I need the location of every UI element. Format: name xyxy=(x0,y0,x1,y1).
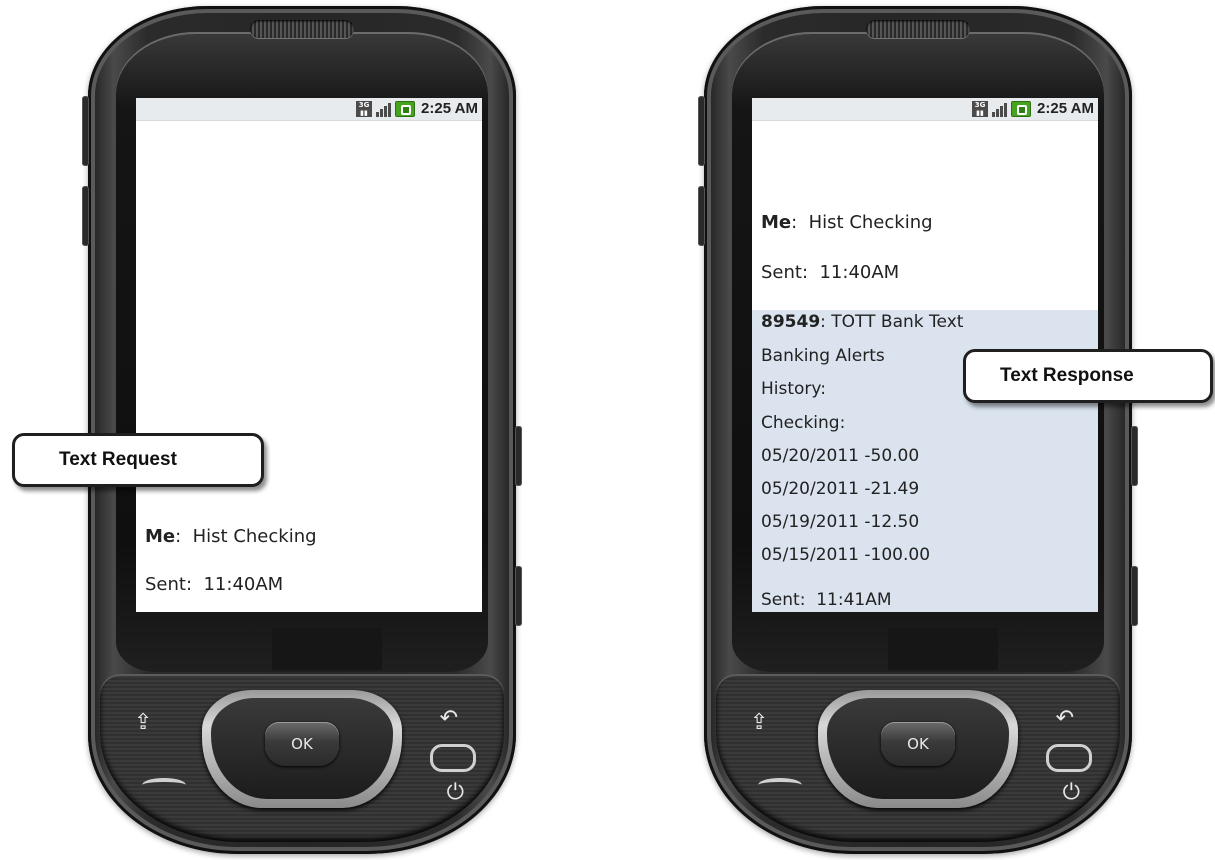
reply-sent-line: Sent: 11:41AM xyxy=(761,590,892,610)
camera-key[interactable] xyxy=(515,426,522,486)
power-key[interactable] xyxy=(1131,566,1138,626)
callout-label: Text Response xyxy=(1000,365,1134,386)
menu-icon[interactable]: ⇪ xyxy=(134,712,152,734)
reply-line: Checking: xyxy=(761,413,846,433)
call-icon[interactable] xyxy=(142,778,186,792)
sent-label: Sent: xyxy=(145,574,193,595)
sender-label: Me xyxy=(145,526,176,547)
side-key[interactable] xyxy=(82,186,89,246)
ok-button[interactable]: OK xyxy=(881,722,955,766)
screen-chin xyxy=(272,628,382,670)
callout-label: Text Request xyxy=(59,449,177,470)
message-text: Hist Checking xyxy=(192,526,317,547)
battery-icon xyxy=(395,100,416,117)
side-key[interactable] xyxy=(698,186,705,246)
status-time: 2:25 AM xyxy=(1037,100,1094,117)
phone-screen: 3G ▮▮ 2:25 AM Me: Hist Checking Sent: 11:… xyxy=(136,98,482,612)
home-icon[interactable] xyxy=(1046,744,1092,772)
sender-label: Me xyxy=(761,212,792,233)
reply-line: 05/20/2011 -50.00 xyxy=(761,446,920,466)
sent-time: 11:41AM xyxy=(816,590,892,610)
ok-button[interactable]: OK xyxy=(265,722,339,766)
right-phone: 3G ▮▮ 2:25 AM Me: Hist Checking Sent: 11:… xyxy=(698,6,1138,854)
3g-icon: 3G ▮▮ xyxy=(972,100,989,117)
sent-time: 11:40AM xyxy=(203,574,284,595)
sent-line: Sent: 11:40AM xyxy=(145,574,283,595)
volume-key[interactable] xyxy=(698,96,705,166)
sent-time: 11:40AM xyxy=(819,262,900,283)
reply-line: Banking Alerts xyxy=(761,346,885,366)
sent-label: Sent: xyxy=(761,590,806,610)
menu-icon[interactable]: ⇪ xyxy=(750,712,768,734)
dpad[interactable]: OK xyxy=(202,690,402,808)
reply-header: 89549: TOTT Bank Text xyxy=(761,312,964,332)
home-icon[interactable] xyxy=(430,744,476,772)
screen-chin xyxy=(888,628,998,670)
message-line[interactable]: Me: Hist Checking xyxy=(145,526,317,547)
status-bar: 3G ▮▮ 2:25 AM xyxy=(136,98,482,121)
keypad: ⇪ ↶ ⏻ OK xyxy=(716,674,1120,842)
back-icon[interactable]: ↶ xyxy=(1056,708,1074,730)
status-time: 2:25 AM xyxy=(421,100,478,117)
left-phone: 3G ▮▮ 2:25 AM Me: Hist Checking Sent: 11:… xyxy=(82,6,522,854)
end-call-icon[interactable]: ⏻ xyxy=(447,782,464,804)
end-call-icon[interactable]: ⏻ xyxy=(1063,782,1080,804)
battery-icon xyxy=(1011,100,1032,117)
reply-line: History: xyxy=(761,379,826,399)
call-icon[interactable] xyxy=(758,778,802,792)
signal-icon xyxy=(992,101,1008,117)
reply-sender-number: 89549 xyxy=(761,312,821,332)
status-bar: 3G ▮▮ 2:25 AM xyxy=(752,98,1098,121)
message-text: Hist Checking xyxy=(808,212,933,233)
volume-key[interactable] xyxy=(82,96,89,166)
3g-icon: 3G ▮▮ xyxy=(356,100,373,117)
signal-icon xyxy=(376,101,392,117)
speaker-grille xyxy=(866,20,970,38)
back-icon[interactable]: ↶ xyxy=(440,708,458,730)
speaker-grille xyxy=(250,20,354,38)
dpad[interactable]: OK xyxy=(818,690,1018,808)
keypad: ⇪ ↶ ⏻ OK xyxy=(100,674,504,842)
reply-line: 05/20/2011 -21.49 xyxy=(761,479,920,499)
reply-line: TOTT Bank Text xyxy=(831,312,964,332)
message-line[interactable]: Me: Hist Checking xyxy=(761,212,933,233)
text-request-callout: Text Request xyxy=(12,433,264,487)
power-key[interactable] xyxy=(515,566,522,626)
reply-line: 05/15/2011 -100.00 xyxy=(761,545,931,565)
sent-label: Sent: xyxy=(761,262,809,283)
camera-key[interactable] xyxy=(1131,426,1138,486)
sent-line: Sent: 11:40AM xyxy=(761,262,899,283)
reply-line: 05/19/2011 -12.50 xyxy=(761,512,920,532)
text-response-callout: Text Response xyxy=(963,349,1213,403)
